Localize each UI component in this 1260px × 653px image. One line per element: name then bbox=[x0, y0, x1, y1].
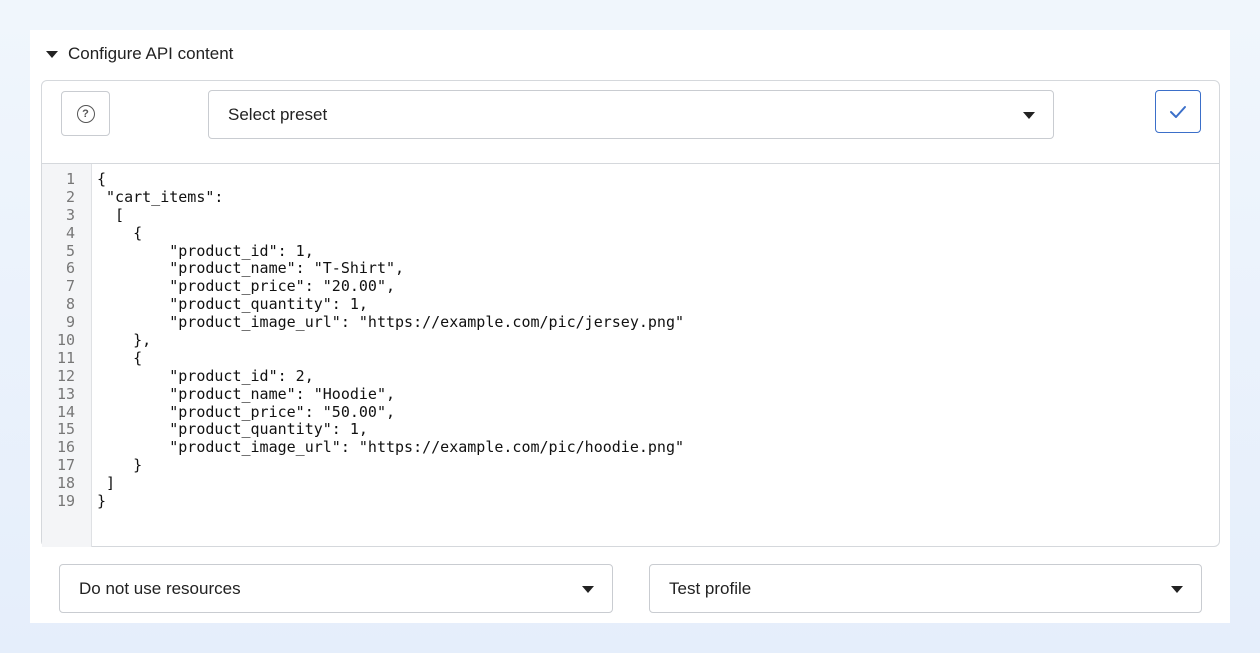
code-line[interactable]: "product_quantity": 1, bbox=[97, 421, 1219, 439]
help-glyph: ? bbox=[82, 107, 89, 120]
profile-select[interactable]: Test profile bbox=[649, 564, 1202, 613]
preset-select-value: Select preset bbox=[228, 104, 328, 124]
line-number: 7 bbox=[65, 277, 75, 296]
profile-select-value: Test profile bbox=[669, 578, 752, 598]
line-number: 18 bbox=[56, 474, 75, 493]
code-line[interactable]: { bbox=[97, 224, 1219, 243]
code-editor[interactable]: 1 2 3 4 5 6 7 8 9 10 11 12 13 14 15 16 17 18 19 { "cart_it… bbox=[42, 164, 1219, 547]
line-number: 17 bbox=[56, 456, 75, 475]
caret-down-icon[interactable] bbox=[46, 50, 58, 58]
editor-toolbar: ? Select preset bbox=[42, 81, 1219, 164]
code-line[interactable]: [ bbox=[97, 206, 1219, 225]
chevron-down-icon bbox=[1023, 111, 1035, 119]
code-line[interactable]: ] bbox=[97, 474, 1219, 493]
code-line[interactable]: "product_name": "Hoodie", bbox=[97, 385, 1219, 404]
line-number: 8 bbox=[65, 295, 75, 314]
line-number: 10 bbox=[56, 331, 75, 350]
line-number: 5 bbox=[65, 241, 75, 260]
line-number: 4 bbox=[65, 223, 75, 242]
code-line[interactable]: "product_price": "50.00", bbox=[97, 403, 1219, 422]
code-line[interactable]: "product_id": 1, bbox=[97, 242, 1219, 261]
line-number: 15 bbox=[56, 420, 75, 439]
code-line[interactable]: "product_quantity": 1, bbox=[97, 295, 1219, 314]
code-line[interactable]: } bbox=[97, 492, 1219, 511]
preset-select[interactable]: Select preset bbox=[208, 90, 1054, 139]
line-number: 13 bbox=[56, 384, 75, 403]
line-number: 19 bbox=[56, 492, 75, 511]
section-toggle[interactable]: Configure API content bbox=[46, 44, 233, 64]
code-line[interactable]: "product_image_url": "https://example.co… bbox=[97, 313, 1219, 332]
code-line[interactable]: "product_image_url": "https://example.co… bbox=[97, 438, 1219, 457]
line-number: 16 bbox=[56, 438, 75, 457]
code-line[interactable]: } bbox=[97, 456, 1219, 475]
code-line[interactable]: { bbox=[97, 170, 1219, 189]
api-config-panel: Configure API content ? Select preset 12… bbox=[30, 30, 1230, 623]
code-line[interactable]: "product_id": 2, bbox=[97, 367, 1219, 386]
code-content[interactable]: { "cart_items": [ { "product_id": 1, "pr… bbox=[92, 164, 1219, 547]
line-number: 2 bbox=[65, 187, 75, 206]
line-number: 14 bbox=[56, 402, 75, 421]
line-number: 6 bbox=[65, 259, 75, 278]
editor-card: ? Select preset 1 2 3 4 5 6 7 8 9 10 11 12 13 14 15 16 1… bbox=[41, 80, 1220, 547]
section-title: Configure API content bbox=[68, 44, 234, 63]
code-line[interactable]: }, bbox=[97, 331, 1219, 350]
chevron-down-icon bbox=[1171, 585, 1183, 593]
line-number: 11 bbox=[56, 348, 75, 367]
code-line[interactable]: "cart_items": bbox=[97, 188, 1219, 207]
resources-select-value: Do not use resources bbox=[79, 578, 241, 598]
chevron-down-icon bbox=[582, 585, 594, 593]
line-number: 12 bbox=[56, 366, 75, 385]
question-circle-icon: ? bbox=[76, 104, 95, 123]
line-number: 9 bbox=[65, 313, 75, 332]
code-line[interactable]: "product_price": "20.00", bbox=[97, 277, 1219, 296]
code-line[interactable]: { bbox=[97, 349, 1219, 368]
check-icon bbox=[1170, 105, 1186, 118]
code-line[interactable]: "product_name": "T-Shirt", bbox=[97, 260, 1219, 278]
line-number-gutter: 1 2 3 4 5 6 7 8 9 10 11 12 13 14 15 16 17 18 19 bbox=[42, 164, 92, 547]
line-number: 3 bbox=[65, 205, 75, 224]
confirm-button[interactable] bbox=[1155, 90, 1201, 133]
help-button[interactable]: ? bbox=[61, 91, 110, 136]
line-number: 1 bbox=[65, 170, 75, 188]
resources-select[interactable]: Do not use resources bbox=[59, 564, 613, 613]
